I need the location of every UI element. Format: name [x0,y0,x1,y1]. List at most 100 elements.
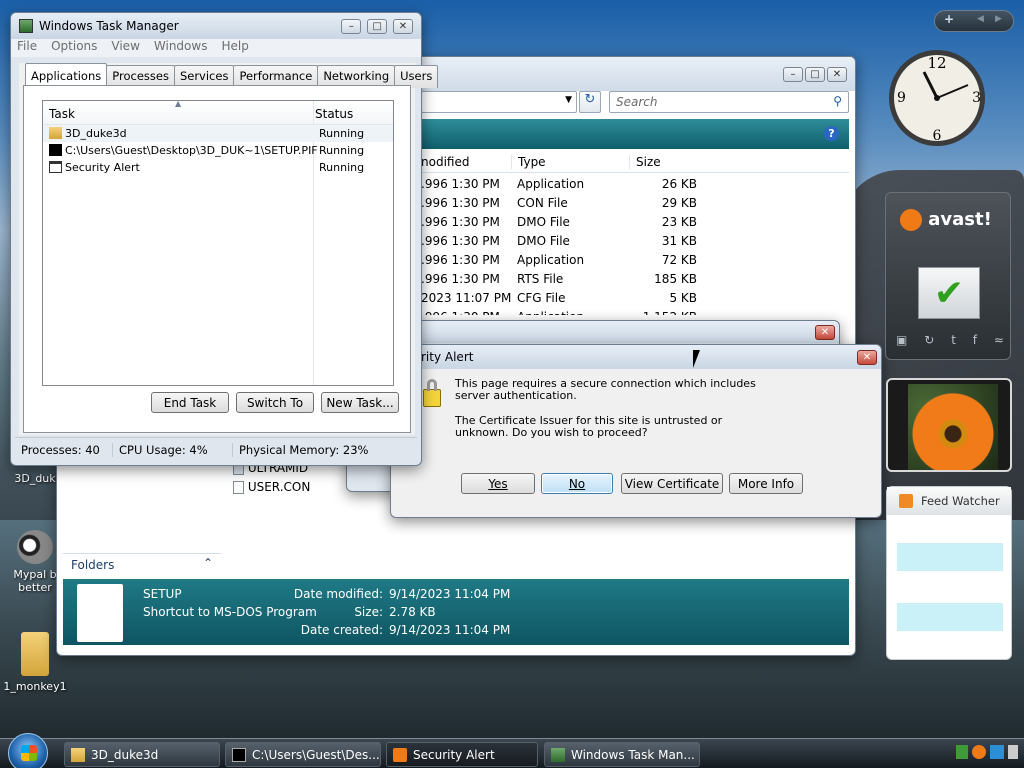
switch-to-button[interactable]: Switch To [236,392,314,413]
menu-item-windows[interactable]: Windows [154,39,208,57]
minimize-button[interactable]: – [783,66,803,82]
yes-button[interactable]: Yes [461,473,535,494]
column-task[interactable]: Task [49,107,75,121]
alert-message: This page requires a secure connection w… [455,378,756,439]
cmd-icon [232,747,246,762]
file-row[interactable]: .996 1:30 PM CON File 29 KB [421,194,849,213]
file-type: DMO File [517,215,570,229]
tray-volume-icon[interactable] [1008,745,1018,759]
taskbar-item-cmd[interactable]: C:\Users\Guest\Des... [225,742,381,767]
task-manager-title: Windows Task Manager [39,19,179,33]
refresh-icon[interactable]: ↻ [924,333,934,347]
feed-watcher-header: Feed Watcher [887,487,1011,515]
menu-item-options[interactable]: Options [51,39,97,57]
task-list[interactable]: Task ▲ Status 3D_duke3d Running C:\Users\G… [42,100,394,386]
window-icon [49,161,62,173]
twitter-icon[interactable]: t [951,333,956,347]
taskbar-item-label: C:\Users\Guest\Des... [252,747,380,762]
status-memory: Physical Memory: 23% [239,442,369,457]
next-icon[interactable]: ▶ [995,14,1002,24]
close-button[interactable]: ✕ [815,324,835,340]
more-info-button[interactable]: More Info [729,473,803,494]
menu-item-view[interactable]: View [111,39,139,57]
file-row[interactable]: 2023 11:07 PM CFG File 5 KB [421,289,849,308]
security-alert-icon [393,747,407,762]
menu-item-help[interactable]: Help [221,39,248,57]
status-processes: Processes: 40 [15,442,113,457]
close-button[interactable]: ✕ [827,66,847,82]
taskbar-item-security-alert[interactable]: Security Alert [386,742,538,767]
file-size: 1,152 KB [627,310,697,315]
avast-gadget[interactable]: avast! ✔ ▣ ↻ t f ≈ [885,192,1011,360]
folder-icon [49,127,62,139]
folders-pane[interactable]: Folders ⌃ [63,553,221,577]
maximize-button[interactable]: □ [805,66,825,82]
security-alert-titlebar[interactable]: rity Alert ✕ [391,345,881,369]
chevron-down-icon[interactable]: ▼ [565,95,572,105]
task-manager-titlebar[interactable]: Windows Task Manager – □ ✕ [11,13,421,39]
tab-panel: Task ▲ Status 3D_duke3d Running C:\Users\G… [23,85,411,433]
refresh-button[interactable]: ↻ [579,91,601,113]
sidebar-controls[interactable]: + ◀ ▶ [934,10,1014,32]
column-date-modified[interactable]: nodified [421,155,469,169]
status-bar: Processes: 40 CPU Usage: 4% Physical Mem… [15,437,417,461]
taskbar-item-label: Windows Task Man... [571,747,695,762]
task-row[interactable]: Security Alert Running [43,159,393,176]
window-icon[interactable]: ▣ [896,333,907,347]
tray-network-icon[interactable] [990,745,1004,759]
minimize-button[interactable]: – [341,19,362,34]
end-task-button[interactable]: End Task [151,392,229,413]
slideshow-gadget[interactable] [886,378,1012,472]
maximize-button[interactable]: □ [367,19,388,34]
file-size: 26 KB [661,177,697,191]
details-modified: 9/14/2023 11:04 PM [389,587,511,601]
prev-icon[interactable]: ◀ [977,14,984,24]
column-type[interactable]: Type [511,155,546,169]
feed-item[interactable] [897,603,1003,631]
facebook-icon[interactable]: f [973,333,977,347]
column-status[interactable]: Status [315,107,353,121]
start-button[interactable] [8,733,48,768]
close-button[interactable]: ✕ [857,349,877,365]
feed-watcher-gadget[interactable]: Feed Watcher [886,486,1012,660]
search-input[interactable]: Search ⚲ [609,91,849,113]
file-row[interactable]: .996 1:30 PM DMO File 31 KB [421,232,849,251]
add-gadget-icon[interactable]: + [944,12,954,26]
svg-text:6: 6 [933,128,942,144]
system-tray [956,745,1018,759]
taskbar-item-task-manager[interactable]: Windows Task Man... [544,742,700,767]
switch-to-label: Switch To [246,395,304,410]
rss-icon[interactable]: ≈ [994,333,1004,347]
file-row[interactable]: .996 1:30 PM RTS File 185 KB [421,270,849,289]
task-status: Running [319,127,365,140]
address-bar[interactable]: ▼ [421,91,577,113]
tray-task-manager-icon[interactable] [956,745,968,759]
task-name: C:\Users\Guest\Desktop\3D_DUK~1\SETUP.PI… [65,144,318,157]
file-row[interactable]: .996 1:30 PM Application 26 KB [421,175,849,194]
file-row[interactable]: .996 1:30 PM Application 1,152 KB [421,308,849,315]
menu-item-file[interactable]: File [17,39,37,57]
raccoon-icon [17,530,53,564]
task-row[interactable]: 3D_duke3d Running [43,125,393,142]
column-size[interactable]: Size [629,155,661,169]
avast-label: avast! [928,209,992,230]
view-certificate-button[interactable]: View Certificate [621,473,723,494]
view-certificate-label: View Certificate [624,476,720,491]
close-button[interactable]: ✕ [393,19,413,34]
help-icon[interactable]: ? [824,126,839,141]
file-row[interactable]: .996 1:30 PM Application 72 KB [421,251,849,270]
new-task-button[interactable]: New Task... [321,392,399,413]
avast-social-icons[interactable]: ▣ ↻ t f ≈ [896,333,1004,347]
no-button[interactable]: No [541,473,613,494]
feed-item[interactable] [897,543,1003,571]
file-row[interactable]: .996 1:30 PM DMO File 23 KB [421,213,849,232]
taskbar-item-duke3d[interactable]: 3D_duke3d [64,742,220,767]
file-item-user-con[interactable]: USER.CON [233,480,310,494]
tab-applications[interactable]: Applications [25,63,108,86]
desktop-icon-label: Mypal b better [13,568,57,594]
details-size-label: Size: [354,605,383,619]
file-type: CFG File [517,291,566,305]
task-row[interactable]: C:\Users\Guest\Desktop\3D_DUK~1\SETUP.PI… [43,142,393,159]
tray-avast-icon[interactable] [972,745,986,759]
file-list-header: nodified Type Size [421,151,849,173]
